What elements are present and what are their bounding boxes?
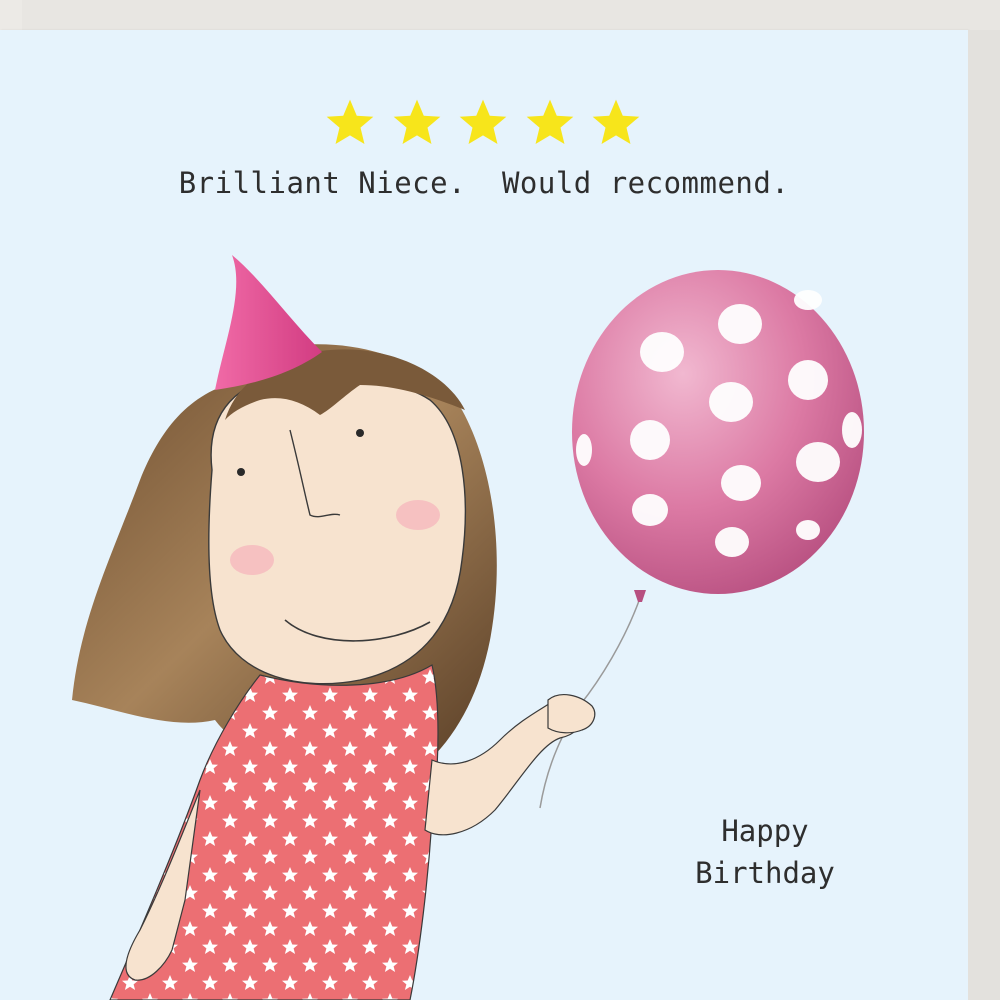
rating-stars <box>322 95 644 151</box>
greeting-line-1: Happy <box>721 814 809 848</box>
face <box>208 373 466 685</box>
greeting-line-2: Birthday <box>695 856 835 890</box>
star-icon <box>326 99 374 144</box>
star-icon <box>459 99 507 144</box>
star-icon <box>393 99 440 144</box>
star-icon <box>592 99 640 144</box>
birthday-greeting: Happy Birthday <box>660 810 870 894</box>
star-icon <box>526 99 573 144</box>
left-eye <box>237 468 245 476</box>
balloon <box>572 270 864 602</box>
right-eye <box>356 429 364 437</box>
left-cheek <box>230 545 274 575</box>
right-cheek <box>396 500 440 530</box>
card-tagline: Brilliant Niece. Would recommend. <box>178 166 790 200</box>
hand <box>547 694 596 734</box>
